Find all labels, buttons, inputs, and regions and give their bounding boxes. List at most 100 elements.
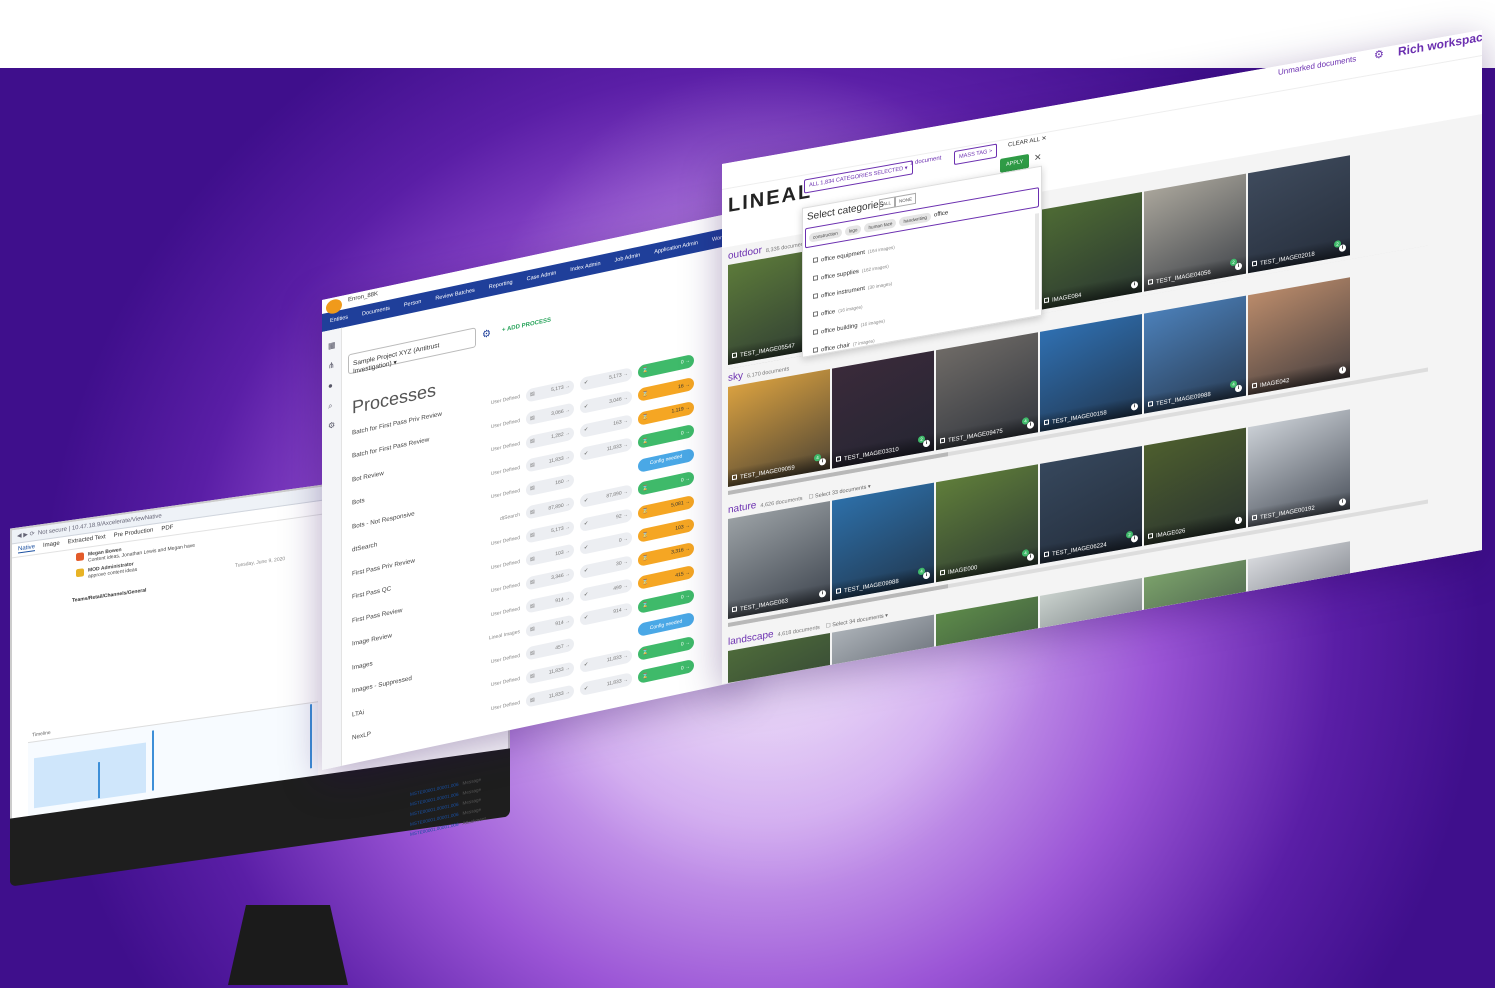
check-icon: ✔ xyxy=(584,402,589,410)
pending-value: 87,890 → xyxy=(548,500,570,512)
tab-native[interactable]: Native xyxy=(18,544,36,554)
checkbox-icon[interactable] xyxy=(1252,260,1257,267)
tab-extracted-text[interactable]: Extracted Text xyxy=(68,534,106,546)
tab-pre-production[interactable]: Pre Production xyxy=(114,527,154,540)
image-tile[interactable]: TEST_IMAGE03310 i 2 xyxy=(832,350,934,469)
category-chip[interactable]: human face xyxy=(864,217,897,233)
category-chip[interactable]: handwriting xyxy=(899,211,931,227)
nav-item-review-batches[interactable]: Review Batches xyxy=(435,288,474,302)
section-name: sky xyxy=(728,370,743,384)
remaining-value: Config needed xyxy=(649,453,683,467)
checkbox-icon[interactable] xyxy=(1148,401,1153,407)
process-type: User Defined xyxy=(490,652,520,665)
nav-item-index-admin[interactable]: Index Admin xyxy=(570,261,600,273)
gear-icon[interactable]: ⚙ xyxy=(1374,47,1384,62)
image-name: IMAGE000 xyxy=(948,564,978,577)
checkbox-icon[interactable] xyxy=(940,569,945,576)
process-type: User Defined xyxy=(490,675,520,689)
monitor-stand xyxy=(228,905,348,985)
doc-icon: ▤ xyxy=(530,555,535,563)
pending-value: 914 → xyxy=(555,618,570,628)
image-tile[interactable]: IMAGE000 i 4 xyxy=(936,464,1038,583)
checkbox-icon[interactable] xyxy=(813,257,818,263)
doc-icon: ▤ xyxy=(530,390,535,398)
image-tile[interactable]: TEST_IMAGE063 i xyxy=(728,500,830,619)
checkbox-icon[interactable] xyxy=(813,293,818,299)
image-tile[interactable]: IMAGE042 i xyxy=(1248,277,1350,396)
image-name: TEST_IMAGE06224 xyxy=(1052,542,1107,558)
grid-icon[interactable]: ▦ xyxy=(328,340,336,351)
image-tile[interactable]: TEST_IMAGE06224 i 2 xyxy=(1040,445,1142,564)
checkbox-icon[interactable] xyxy=(1148,533,1153,539)
reviewed-value: 87,890 → xyxy=(606,488,628,500)
close-icon[interactable]: ✕ xyxy=(1034,152,1042,164)
checkbox-icon[interactable] xyxy=(813,347,818,353)
checkbox-icon[interactable] xyxy=(836,588,841,594)
checkbox-icon[interactable] xyxy=(836,456,841,462)
checkbox-icon[interactable] xyxy=(1044,297,1049,304)
checkbox-icon[interactable] xyxy=(1252,514,1257,521)
image-tile[interactable]: TEST_IMAGE09988 i 4 xyxy=(1144,295,1246,414)
image-tile[interactable]: IMAGE026 i xyxy=(1144,427,1246,546)
doc-icon: ▤ xyxy=(530,672,535,680)
checkbox-icon[interactable] xyxy=(732,606,737,613)
hourglass-icon: ⌛ xyxy=(642,531,649,539)
timeline-label: Timeline xyxy=(32,729,51,739)
image-name: TEST_IMAGE04056 xyxy=(1156,269,1211,286)
select-none-button[interactable]: NONE xyxy=(895,192,917,208)
checkbox-icon[interactable] xyxy=(732,474,737,481)
image-tile[interactable]: TEST_IMAGE09475 i 4 xyxy=(936,332,1038,451)
checkbox-icon[interactable] xyxy=(813,329,818,335)
doc-icon: ▤ xyxy=(530,578,535,586)
image-tile[interactable]: TEST_IMAGE00158 i xyxy=(1040,313,1142,432)
hourglass-icon: ⌛ xyxy=(642,554,649,562)
image-tile[interactable]: IMAGE084 i xyxy=(1040,191,1142,310)
side-rail: ▦ ⋔ ● ⌕ ⚙ xyxy=(322,327,342,770)
options-scrollbar[interactable] xyxy=(1035,213,1039,310)
nav-item-entities[interactable]: Entities xyxy=(330,314,348,324)
checkbox-icon[interactable] xyxy=(1044,551,1049,558)
process-type: User Defined xyxy=(490,605,520,618)
checkbox-icon[interactable] xyxy=(813,275,818,281)
project-settings-icon[interactable]: ⚙ xyxy=(482,328,491,341)
checkbox-icon[interactable] xyxy=(1148,279,1153,285)
reviewed-value: 914 → xyxy=(613,605,628,616)
checkbox-icon[interactable] xyxy=(732,352,737,359)
image-tile[interactable]: TEST_IMAGE04056 i 2 xyxy=(1144,173,1246,292)
network-icon[interactable]: ⋔ xyxy=(328,360,336,370)
checkbox-icon[interactable] xyxy=(813,311,818,317)
bell-icon[interactable]: ● xyxy=(328,381,336,391)
image-tile[interactable]: TEST_IMAGE09988 i 4 xyxy=(832,482,934,601)
reviewed-value: 3,046 → xyxy=(609,394,628,405)
nav-item-reporting[interactable]: Reporting xyxy=(489,279,513,290)
gear-icon[interactable]: ⚙ xyxy=(328,420,336,431)
nav-item-case-admin[interactable]: Case Admin xyxy=(527,270,557,282)
nav-item-application-admin[interactable]: Application Admin xyxy=(654,240,698,255)
nav-item-job-admin[interactable]: Job Admin xyxy=(615,252,641,263)
pending-count[interactable]: ▤ 11,833 → xyxy=(526,684,574,708)
checkbox-icon[interactable] xyxy=(1044,419,1049,426)
search-icon[interactable]: ⌕ xyxy=(328,401,336,411)
image-tile[interactable]: TEST_IMAGE09059 i 4 xyxy=(728,368,830,487)
reviewed-count[interactable]: ✔ 11,833 → xyxy=(580,672,632,697)
reviewed-value: 11,833 → xyxy=(606,652,628,664)
hourglass-icon: ⌛ xyxy=(642,366,649,374)
image-tile[interactable]: TEST_IMAGE02018 i 2 xyxy=(1248,155,1350,274)
nav-item-documents[interactable]: Documents xyxy=(362,306,390,318)
select-all-button[interactable]: ALL xyxy=(879,196,896,211)
category-chip[interactable]: construction xyxy=(809,227,842,243)
check-icon: ✔ xyxy=(584,684,589,692)
checkbox-icon[interactable] xyxy=(940,437,945,444)
tab-image[interactable]: Image xyxy=(43,541,60,550)
image-tile[interactable]: TEST_IMAGE00192 i xyxy=(1248,409,1350,528)
nav-item-person[interactable]: Person xyxy=(404,299,421,309)
category-option-count: (7 images) xyxy=(852,338,875,347)
check-icon: ✔ xyxy=(584,661,589,669)
image-name: TEST_IMAGE063 xyxy=(740,598,789,613)
checkbox-icon[interactable] xyxy=(1252,382,1257,389)
tab-pdf[interactable]: PDF xyxy=(161,525,173,534)
project-select[interactable]: Sample Project XYZ (Antitrust Investigat… xyxy=(348,327,476,375)
category-chip[interactable]: logo xyxy=(844,223,862,236)
pending-value: 5,173 → xyxy=(551,383,570,394)
add-process-button[interactable]: + ADD PROCESS xyxy=(502,317,551,333)
